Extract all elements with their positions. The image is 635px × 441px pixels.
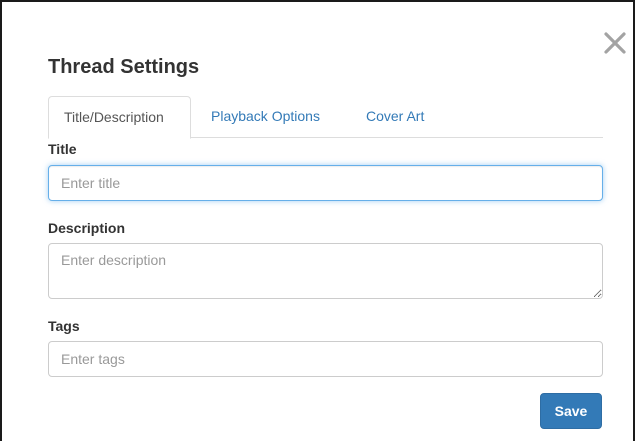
close-icon: [604, 32, 626, 54]
close-button[interactable]: [600, 28, 630, 58]
tab-title-description[interactable]: Title/Description: [48, 96, 191, 139]
tags-label: Tags: [48, 318, 80, 334]
description-label: Description: [48, 220, 126, 236]
tab-cover-art[interactable]: Cover Art: [351, 96, 439, 138]
save-button[interactable]: Save: [540, 393, 602, 429]
description-textarea[interactable]: [48, 243, 603, 299]
title-label: Title: [48, 141, 77, 157]
title-input[interactable]: [48, 165, 603, 201]
tags-input[interactable]: [48, 341, 603, 377]
dialog-title: Thread Settings: [48, 56, 200, 78]
thread-settings-dialog: Thread Settings Title/Description Playba…: [0, 0, 635, 441]
settings-tabs: Title/Description Playback Options Cover…: [48, 96, 603, 139]
tab-playback-options[interactable]: Playback Options: [196, 96, 335, 138]
